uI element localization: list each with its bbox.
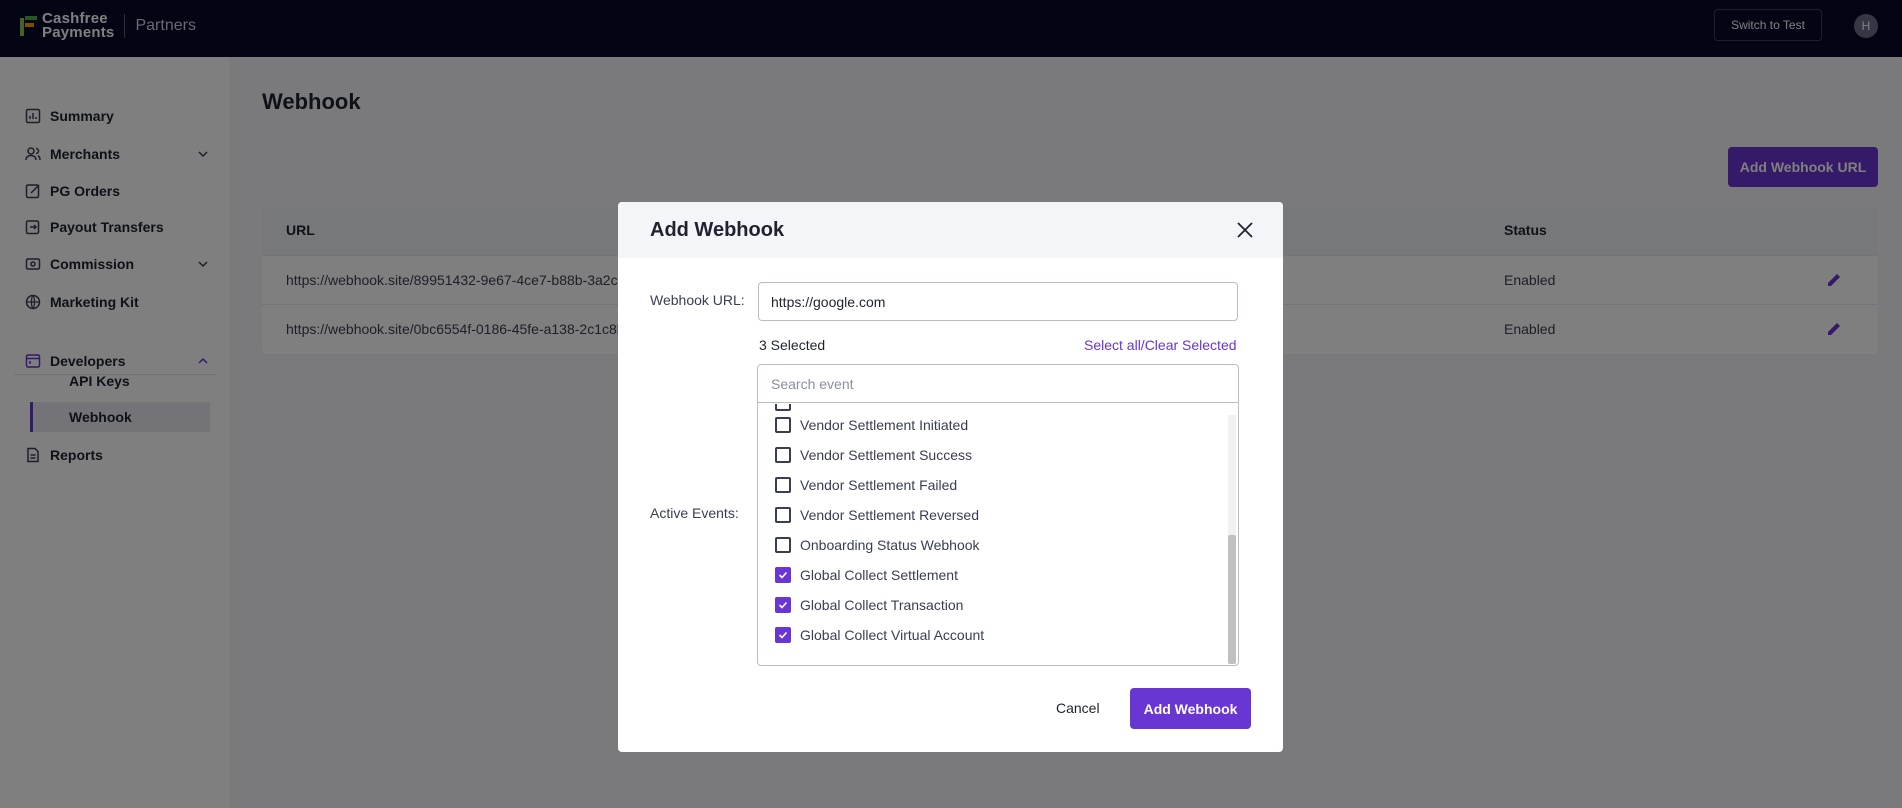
checkbox[interactable] — [775, 404, 791, 411]
selected-count: 3 Selected — [759, 337, 826, 353]
list-item[interactable]: Vendor Settlement Initiated — [775, 414, 968, 436]
list-item[interactable]: Global Collect Settlement — [775, 564, 958, 586]
search-event-input[interactable] — [758, 365, 1238, 403]
events-list[interactable]: Vendor Settlement Initiated Vendor Settl… — [758, 404, 1228, 665]
event-label: Global Collect Virtual Account — [800, 627, 985, 643]
checkbox-checked[interactable] — [775, 567, 791, 583]
active-events-label: Active Events: — [650, 505, 739, 521]
select-all-clear-link[interactable]: Select all/Clear Selected — [1084, 337, 1237, 353]
cancel-button[interactable]: Cancel — [1056, 700, 1100, 716]
events-list-box: Vendor Settlement Initiated Vendor Settl… — [757, 364, 1239, 666]
add-webhook-modal: Add Webhook Webhook URL: 3 Selected Sele… — [618, 202, 1283, 752]
event-label: Vendor Settlement Initiated — [800, 417, 969, 433]
checkbox[interactable] — [775, 537, 791, 553]
modal-title: Add Webhook — [650, 219, 785, 241]
list-item[interactable]: Vendor Settlement Failed — [775, 474, 957, 496]
event-label: Vendor Settlement Reversed — [800, 507, 979, 523]
event-label: Vendor Settlement Success — [800, 447, 972, 463]
list-item[interactable]: Onboarding Status Webhook — [775, 534, 980, 556]
close-icon[interactable] — [1235, 220, 1255, 240]
list-item[interactable]: Vendor Settlement Reversed — [775, 504, 979, 526]
checkbox[interactable] — [775, 417, 791, 433]
check-icon — [778, 571, 788, 579]
list-item[interactable]: Global Collect Transaction — [775, 594, 963, 616]
add-webhook-submit-button[interactable]: Add Webhook — [1130, 688, 1251, 729]
checkbox[interactable] — [775, 447, 791, 463]
scrollbar-thumb[interactable] — [1228, 535, 1236, 664]
modal-header: Add Webhook — [618, 202, 1283, 258]
check-icon — [778, 601, 788, 609]
webhook-url-input[interactable] — [758, 282, 1238, 321]
webhook-url-label: Webhook URL: — [650, 292, 745, 308]
event-label: Global Collect Transaction — [800, 597, 964, 613]
event-label: Global Collect Settlement — [800, 567, 958, 583]
list-item[interactable] — [775, 404, 800, 414]
list-item[interactable]: Global Collect Virtual Account — [775, 624, 984, 646]
event-label: Onboarding Status Webhook — [800, 537, 980, 553]
list-item[interactable]: Vendor Settlement Success — [775, 444, 972, 466]
checkbox-checked[interactable] — [775, 627, 791, 643]
checkbox[interactable] — [775, 477, 791, 493]
check-icon — [778, 631, 788, 639]
checkbox-checked[interactable] — [775, 597, 791, 613]
event-label: Vendor Settlement Failed — [800, 477, 958, 493]
checkbox[interactable] — [775, 507, 791, 523]
